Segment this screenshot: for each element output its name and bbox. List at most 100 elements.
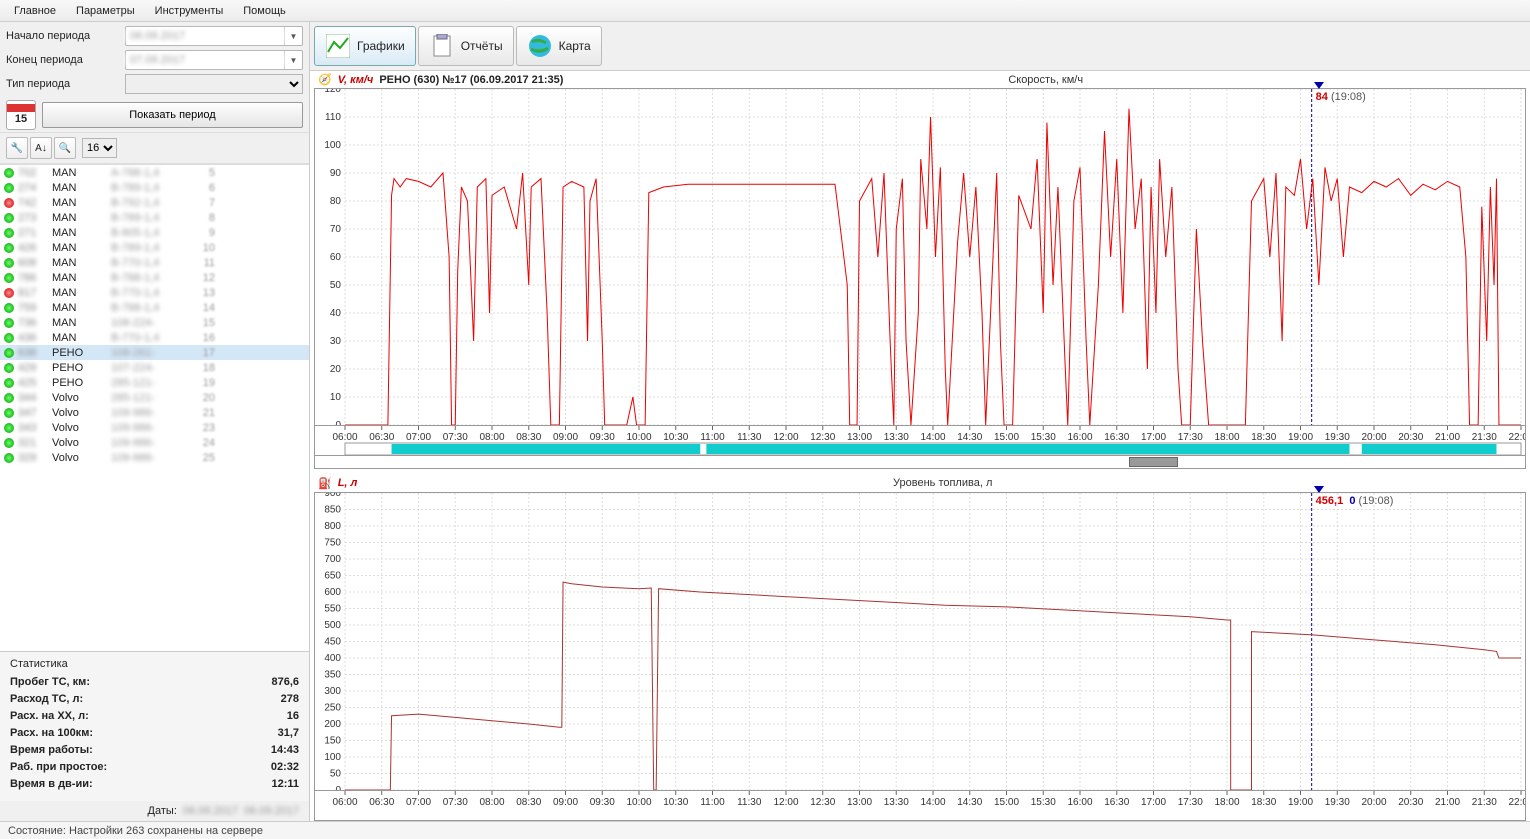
stats-row: Расх. на XX, л:16 [10,710,299,722]
menu-tools[interactable]: Инструменты [145,2,234,20]
vehicle-row[interactable]: 321 Volvo 109-986- 24 [0,435,309,450]
status-dot [4,453,14,463]
vehicle-row[interactable]: 425 РЕНО 285-121- 19 [0,375,309,390]
svg-text:900: 900 [324,493,341,499]
svg-text:08:30: 08:30 [516,797,541,808]
tab-map[interactable]: Карта [516,26,602,66]
svg-text:110: 110 [325,112,341,123]
tab-charts[interactable]: Графики [314,26,416,66]
vehicle-row[interactable]: 429 РЕНО 107-224- 18 [0,360,309,375]
status-dot [4,393,14,403]
status-dot [4,228,14,238]
fuel-unit: L, л [338,477,358,489]
vehicle-row[interactable]: 273 MAN В-789-1,4 8 [0,210,309,225]
svg-text:09:30: 09:30 [590,432,615,443]
vehicle-row[interactable]: 426 MAN В-789-1,4 10 [0,240,309,255]
vehicle-list[interactable]: 702 MAN А-788-1,4 5 274 MAN В-789-1,4 6 … [0,164,309,651]
svg-text:18:30: 18:30 [1251,432,1276,443]
period-start-input[interactable]: ▼ [125,26,303,46]
svg-text:400: 400 [324,653,341,664]
vehicle-row[interactable]: 817 MAN В-770-1,4 13 [0,285,309,300]
period-type-label: Тип периода [6,78,121,90]
fuel-icon: ⛽ [318,477,332,490]
vehicle-row[interactable]: 759 MAN В-788-1,4 14 [0,300,309,315]
svg-text:70: 70 [330,224,342,235]
speed-unit: V, км/ч [338,74,374,86]
vehicle-row[interactable]: 608 MAN В-770-1,4 11 [0,255,309,270]
report-icon [429,33,455,59]
scroll-handle[interactable] [1129,457,1178,467]
svg-text:40: 40 [330,308,342,319]
svg-text:20: 20 [330,364,342,375]
period-end-input[interactable]: ▼ [125,50,303,70]
stats-row: Расход ТС, л:278 [10,693,299,705]
speed-title: Скорость, км/ч [569,74,1522,86]
chart-icon [325,33,351,59]
svg-text:12:00: 12:00 [773,432,798,443]
svg-text:17:00: 17:00 [1141,432,1166,443]
vehicle-row[interactable]: 736 MAN 108-224- 15 [0,315,309,330]
speedometer-icon: 🧭 [318,73,332,86]
svg-text:21:00: 21:00 [1435,432,1460,443]
scroll-handle-bar[interactable] [314,455,1526,469]
period-type-select[interactable] [125,74,303,94]
fuel-xaxis: 06:0006:3007:0007:3008:0008:3009:0009:30… [314,791,1526,821]
globe-icon [527,33,553,59]
status-dot [4,303,14,313]
vehicle-row[interactable]: 271 MAN В-805-1,4 9 [0,225,309,240]
svg-text:20:00: 20:00 [1361,797,1386,808]
svg-text:19:00: 19:00 [1288,797,1313,808]
vehicle-row[interactable]: 742 MAN В-792-1,4 7 [0,195,309,210]
vehicle-row[interactable]: 343 Volvo 109-986- 23 [0,420,309,435]
menu-main[interactable]: Главное [4,2,66,20]
font-size-select[interactable]: 16 [82,138,117,158]
svg-text:19:30: 19:30 [1325,432,1350,443]
fuel-chart: ⛽ L, л Уровень топлива, л 05010015020025… [314,475,1526,821]
svg-text:22:00: 22:00 [1508,797,1525,808]
svg-text:07:00: 07:00 [406,432,431,443]
vehicle-row[interactable]: 638 РЕНО 108-261- 17 [0,345,309,360]
svg-text:350: 350 [324,669,341,680]
svg-text:550: 550 [324,603,341,614]
svg-text:18:30: 18:30 [1251,797,1276,808]
menu-help[interactable]: Помощь [233,2,296,20]
status-dot [4,438,14,448]
svg-text:16:00: 16:00 [1067,432,1092,443]
svg-text:0: 0 [335,420,341,425]
speed-chart: 🧭 V, км/ч РЕНО (630) №17 (06.09.2017 21:… [314,71,1526,469]
vehicle-row[interactable]: 347 Volvo 109-986- 21 [0,405,309,420]
tool-sort-icon[interactable]: A↓ [30,137,52,159]
svg-text:18:00: 18:00 [1214,797,1239,808]
vehicle-row[interactable]: 702 MAN А-788-1,4 5 [0,165,309,180]
svg-text:200: 200 [324,719,341,730]
menubar: Главное Параметры Инструменты Помощь [0,0,1530,22]
tool-zoom-icon[interactable]: 🔍 [54,137,76,159]
svg-text:07:30: 07:30 [443,797,468,808]
svg-text:0: 0 [335,785,341,790]
speed-plot[interactable]: 010203040506070809010011012084 (19:08) [314,88,1526,426]
fuel-plot[interactable]: 0501001502002503003504004505005506006507… [314,492,1526,791]
svg-text:10:00: 10:00 [626,797,651,808]
vehicle-row[interactable]: 274 MAN В-789-1,4 6 [0,180,309,195]
dropdown-icon[interactable]: ▼ [284,51,302,69]
tab-reports[interactable]: Отчёты [418,26,514,66]
vehicle-row[interactable]: 436 MAN В-770-1,4 16 [0,330,309,345]
tool-wrench-icon[interactable]: 🔧 [6,137,28,159]
stats-row: Расх. на 100км:31,7 [10,727,299,739]
vehicle-row[interactable]: 329 Volvo 109-986- 25 [0,450,309,465]
status-dot [4,213,14,223]
svg-text:700: 700 [324,554,341,565]
svg-text:14:00: 14:00 [920,432,945,443]
svg-text:20:00: 20:00 [1361,432,1386,443]
status-dot [4,273,14,283]
vehicle-row[interactable]: 786 MAN В-788-1,4 12 [0,270,309,285]
show-period-button[interactable]: Показать период [42,102,303,128]
svg-text:16:30: 16:30 [1104,432,1129,443]
vehicle-row[interactable]: 344 Volvo 285-121- 20 [0,390,309,405]
menu-params[interactable]: Параметры [66,2,145,20]
svg-text:60: 60 [330,252,342,263]
dropdown-icon[interactable]: ▼ [284,27,302,45]
svg-text:80: 80 [330,196,342,207]
svg-text:100: 100 [324,140,341,151]
svg-text:250: 250 [324,702,341,713]
